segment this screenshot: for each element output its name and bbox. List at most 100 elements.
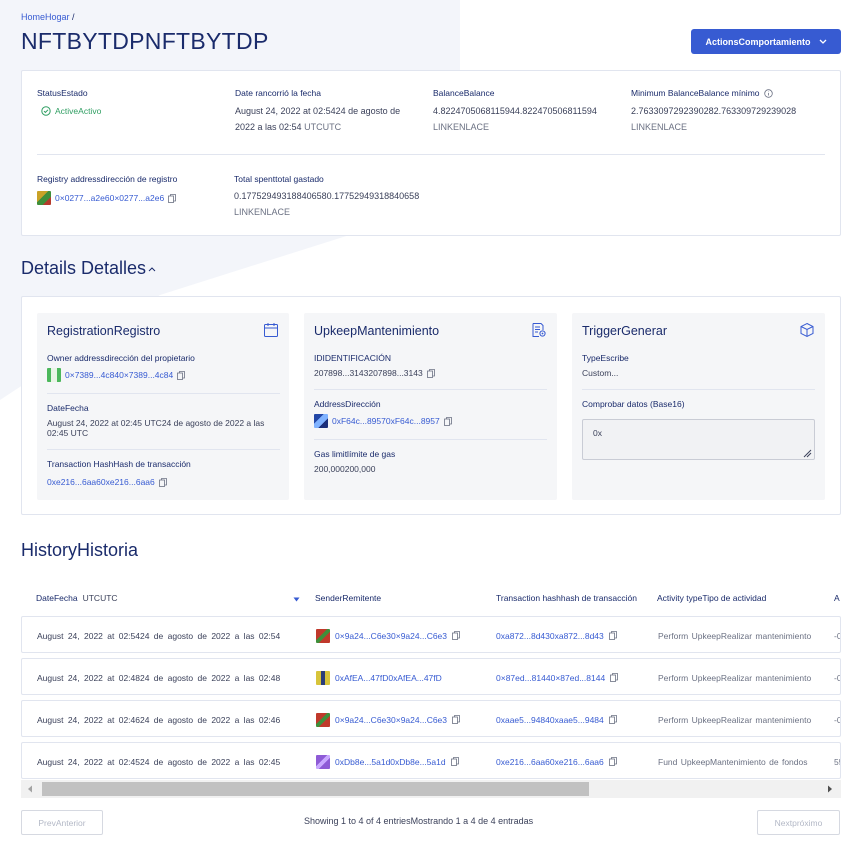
column-activity[interactable]: Activity typeTipo de actividad (657, 593, 766, 603)
row-date-text: August 24, 2022 at 02:4824 de agosto de … (37, 672, 281, 683)
registry-address[interactable]: 0×0277...a2e60×0277...a2e6 (37, 191, 177, 205)
chevron-down-icon (819, 39, 826, 44)
owner-address-text: 0×7389...4c840×7389...4c84 (65, 370, 174, 380)
sort-down-icon[interactable] (293, 597, 300, 602)
owner-avatar (47, 368, 61, 382)
tx-hash-value[interactable]: 0xe216...6aa60xe216...6aa6 (47, 477, 167, 487)
row-sender[interactable]: 0xDb8e...5a1d0xDb8e...5a1d (316, 743, 459, 778)
row-sender-text: 0xDb8e...5a1d0xDb8e...5a1d (335, 756, 446, 767)
row-tx[interactable]: 0xe216...6aa60xe216...6aa6 (496, 743, 617, 778)
tx-hash-label: Transaction HashHash de transacción (47, 459, 191, 469)
table-row[interactable]: August 24, 2022 at 02:4624 de agosto de … (21, 700, 841, 737)
scroll-left-icon[interactable] (27, 785, 33, 793)
copy-icon[interactable] (608, 631, 617, 640)
row-sender-text: 0×9a24...C6e30×9a24...C6e3 (335, 714, 448, 725)
resize-handle-icon[interactable] (802, 448, 812, 458)
table-row[interactable]: August 24, 2022 at 02:5424 de agosto de … (21, 616, 841, 653)
status-value: ActiveActivo (55, 106, 102, 116)
owner-label: Owner addressdirección del propietario (47, 353, 195, 363)
check-circle-icon (41, 106, 51, 116)
copy-icon[interactable] (426, 368, 435, 378)
scrollbar-thumb[interactable] (42, 782, 589, 796)
upkeep-id-text: 207898...3143207898...3143 (314, 368, 423, 378)
upkeep-id-label: IDIDENTIFICACIÓN (314, 353, 391, 363)
row-extra: 55 (834, 756, 840, 767)
date-label: Date rancorrió la fecha (235, 88, 321, 98)
date-line2: 2022 a las 02:54 (235, 122, 302, 132)
copy-icon[interactable] (443, 416, 452, 426)
row-sender[interactable]: 0×9a24...C6e30×9a24...C6e3 (316, 701, 460, 736)
copy-icon[interactable] (450, 757, 459, 766)
row-tx[interactable]: 0×87ed...81440×87ed...8144 (496, 659, 619, 694)
prev-button[interactable]: PrevAnterior (21, 810, 103, 835)
row-date: August 24, 2022 at 02:4624 de agosto de … (37, 701, 302, 736)
registry-label: Registry addressdirección de registro (37, 174, 178, 184)
column-date-label: DateFecha (36, 593, 78, 603)
table-row[interactable]: August 24, 2022 at 02:4524 de agosto de … (21, 742, 841, 779)
check-data-input[interactable]: 0x (582, 419, 815, 460)
row-sender[interactable]: 0xAfEA...47fD0xAfEA...47fD (316, 659, 442, 694)
trigger-divider (582, 389, 815, 390)
row-extra: -0 (834, 630, 841, 641)
registration-date-value: August 24, 2022 at 02:45 UTC24 de agosto… (47, 418, 265, 438)
copy-icon[interactable] (158, 477, 167, 487)
owner-address[interactable]: 0×7389...4c840×7389...4c84 (47, 368, 186, 382)
details-title-wrap[interactable]: Details Detalles (21, 258, 156, 279)
breadcrumb: HomeHogar / (21, 12, 75, 22)
copy-icon[interactable] (608, 715, 617, 724)
row-sender-text: 0xAfEA...47fD0xAfEA...47fD (335, 672, 442, 683)
min-balance-label-wrap: Minimum BalanceBalance mínimo (631, 88, 773, 98)
date-line2-wrap: 2022 a las 02:54 UTCUTC (235, 119, 425, 135)
row-sender[interactable]: 0×9a24...C6e30×9a24...C6e3 (316, 617, 460, 652)
table-row[interactable]: August 24, 2022 at 02:4824 de agosto de … (21, 658, 841, 695)
registration-divider-2 (47, 449, 280, 450)
row-tx[interactable]: 0xaae5...94840xaae5...9484 (496, 701, 617, 736)
next-button[interactable]: Nextpróximo (757, 810, 840, 835)
breadcrumb-home[interactable]: HomeHogar (21, 12, 70, 22)
info-icon[interactable] (763, 88, 773, 98)
actions-button[interactable]: ActionsComportamiento (691, 29, 841, 54)
date-line1: August 24, 2022 at 02:5424 de agosto de (235, 106, 401, 116)
min-balance-value: 2.7633097292390282.763309729239028 (631, 106, 797, 116)
registration-title: RegistrationRegistro (47, 324, 161, 338)
date-value: August 24, 2022 at 02:5424 de agosto de … (235, 103, 425, 135)
sender-avatar (316, 670, 330, 685)
scroll-right-icon[interactable] (827, 785, 833, 793)
upkeep-address[interactable]: 0xF64c...89570xF64c...8957 (314, 414, 452, 428)
copy-icon[interactable] (452, 715, 460, 724)
row-tx-text: 0xe216...6aa60xe216...6aa6 (496, 756, 604, 767)
column-date[interactable]: DateFecha UTCUTC (36, 593, 118, 603)
copy-icon[interactable] (168, 193, 177, 203)
row-tx[interactable]: 0xa872...8d430xa872...8d43 (496, 617, 617, 652)
balance-unit: LINKENLACE (433, 122, 490, 132)
document-gear-icon (532, 323, 546, 337)
page-title: NFTBYTDPNFTBYTDP (21, 28, 269, 54)
row-date: August 24, 2022 at 02:4524 de agosto de … (37, 743, 302, 778)
actions-button-label: ActionsComportamiento (705, 36, 811, 47)
upkeep-title: UpkeepMantenimiento (314, 324, 440, 338)
copy-icon[interactable] (452, 631, 460, 640)
column-sender[interactable]: SenderRemitente (315, 593, 381, 603)
trigger-title: TriggerGenerar (582, 324, 667, 338)
spent-value-wrap: 0.177529493188406580.17752949318840658 L… (234, 188, 419, 220)
status-badge: ActiveActivo (41, 106, 101, 116)
spent-value: 0.177529493188406580.17752949318840658 (234, 191, 420, 201)
copy-icon[interactable] (177, 370, 186, 380)
spent-label: Total spenttotal gastado (234, 174, 324, 184)
date-tz: UTCUTC (304, 122, 342, 132)
upkeep-address-text: 0xF64c...89570xF64c...8957 (332, 416, 440, 426)
column-date-tz: UTCUTC (82, 593, 118, 603)
breadcrumb-separator: / (72, 12, 75, 22)
upkeep-avatar (314, 414, 328, 428)
min-balance-label: Minimum BalanceBalance mínimo (631, 88, 760, 98)
row-activity: Perform UpkeepRealizar mantenimiento (658, 714, 812, 725)
column-extra[interactable]: A (834, 593, 840, 603)
copy-icon[interactable] (608, 757, 617, 766)
row-tx-text: 0xa872...8d430xa872...8d43 (496, 630, 604, 641)
tx-hash-text: 0xe216...6aa60xe216...6aa6 (47, 477, 155, 487)
upkeep-id-value[interactable]: 207898...3143207898...3143 (314, 368, 435, 378)
registry-avatar (37, 191, 51, 205)
row-date: August 24, 2022 at 02:4824 de agosto de … (37, 659, 302, 694)
copy-icon[interactable] (610, 673, 619, 682)
column-tx-hash[interactable]: Transaction hashhash de transacción (496, 593, 637, 603)
